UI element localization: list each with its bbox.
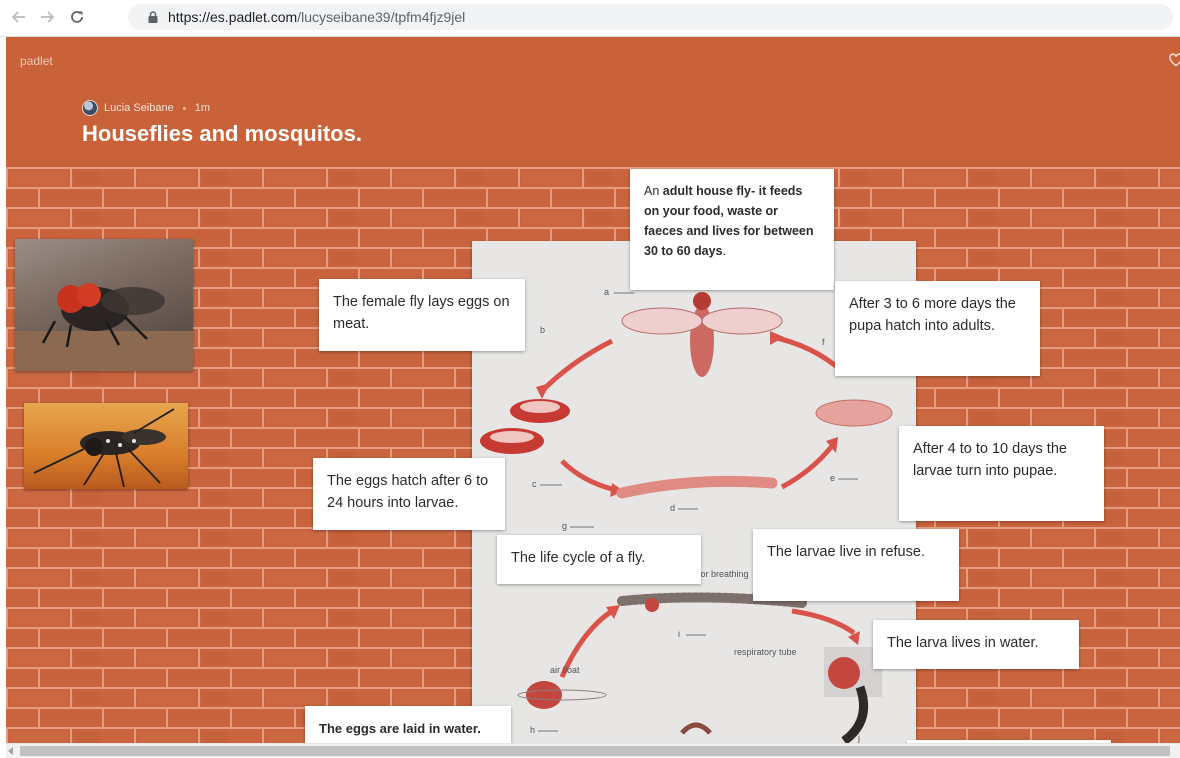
post-larvae-refuse[interactable]: The larvae live in refuse. xyxy=(753,529,959,601)
url-path: /lucyseibane39/tpfm4fjz9jel xyxy=(297,9,466,25)
label-a: a xyxy=(604,287,609,297)
url-text[interactable]: https://es.padlet.com/lucyseibane39/tpfm… xyxy=(168,9,465,25)
post-time: 1m xyxy=(194,102,211,114)
label-d: d xyxy=(670,503,675,513)
label-f: f xyxy=(822,337,825,347)
avatar[interactable] xyxy=(82,100,98,116)
post-adult-house-fly-text-c: . xyxy=(722,244,726,258)
board-title: Houseflies and mosquitos. xyxy=(82,121,362,146)
label-b: b xyxy=(540,325,545,335)
brick-pattern xyxy=(6,167,1180,744)
heart-icon[interactable] xyxy=(1169,53,1180,67)
post-eggs-water[interactable]: The eggs are laid in water. xyxy=(305,706,511,744)
post-life-cycle[interactable]: The life cycle of a fly. xyxy=(497,535,701,584)
post-larva-water-text: The larva lives in water. xyxy=(887,635,1039,651)
scroll-left-arrow-icon[interactable] xyxy=(8,747,13,755)
mosquito-photo[interactable] xyxy=(24,403,188,489)
label-j: j xyxy=(857,733,860,743)
post-larvae-pupae-text: After 4 to to 10 days the larvae turn in… xyxy=(913,441,1067,479)
post-eggs-hatch-text: The eggs hatch after 6 to 24 hours into … xyxy=(327,473,489,511)
author-name[interactable]: Lucia Seibane xyxy=(104,102,174,114)
post-adult-house-fly-text-b: adult house fly- it feeds on your food, … xyxy=(644,184,814,258)
back-button[interactable] xyxy=(8,6,30,28)
browser-toolbar: https://es.padlet.com/lucyseibane39/tpfm… xyxy=(0,0,1180,37)
post-larva-water[interactable]: The larva lives in water. xyxy=(873,620,1079,669)
forward-button[interactable] xyxy=(36,6,58,28)
label-e: e xyxy=(830,473,835,483)
lock-icon xyxy=(148,11,158,23)
arrow-right-icon xyxy=(41,11,55,23)
post-pupa-hatch-text: After 3 to 6 more days the pupa hatch in… xyxy=(849,296,1016,334)
post-larvae-pupae[interactable]: After 4 to to 10 days the larvae turn in… xyxy=(899,426,1104,521)
reload-button[interactable] xyxy=(66,6,88,28)
post-larvae-refuse-text: The larvae live in refuse. xyxy=(767,544,925,560)
post-pupa-hatch[interactable]: After 3 to 6 more days the pupa hatch in… xyxy=(835,281,1040,376)
padlet-app: padlet Lucia Seibane 1m Houseflies and m… xyxy=(6,37,1180,757)
horizontal-scrollbar[interactable] xyxy=(6,743,1180,758)
housefly-photo[interactable] xyxy=(15,239,193,371)
arrow-left-icon xyxy=(11,11,25,23)
post-eggs-hatch[interactable]: The eggs hatch after 6 to 24 hours into … xyxy=(313,458,505,530)
life-cycle-diagram[interactable]: a b c d e f g for breathing i air float … xyxy=(472,241,916,744)
for-breathing-label: for breathing xyxy=(698,569,749,579)
url-domain: https://es.padlet.com xyxy=(168,9,298,25)
post-adult-house-fly[interactable]: An adult house fly- it feeds on your foo… xyxy=(630,169,834,290)
reload-icon xyxy=(71,11,83,23)
label-g: g xyxy=(562,521,567,531)
label-i: i xyxy=(678,629,680,639)
padlet-logo[interactable]: padlet xyxy=(20,54,53,68)
padlet-wall: a b c d e f g for breathing i air float … xyxy=(6,167,1180,744)
post-eggs-water-text: The eggs are laid in water. xyxy=(319,721,481,736)
author-row: Lucia Seibane 1m xyxy=(82,100,210,116)
respiratory-tube-label: respiratory tube xyxy=(734,647,797,657)
post-life-cycle-text: The life cycle of a fly. xyxy=(511,550,646,566)
scrollbar-thumb[interactable] xyxy=(20,746,1170,756)
separator-dot xyxy=(182,106,186,110)
air-float-label: air float xyxy=(550,665,580,675)
post-female-fly-text: The female fly lays eggs on meat. xyxy=(333,294,510,332)
board-header: padlet Lucia Seibane 1m Houseflies and m… xyxy=(6,37,1180,167)
post-female-fly[interactable]: The female fly lays eggs on meat. xyxy=(319,279,525,351)
label-c: c xyxy=(532,479,537,489)
label-h: h xyxy=(530,725,535,735)
post-adult-house-fly-text-a: An xyxy=(644,184,660,198)
